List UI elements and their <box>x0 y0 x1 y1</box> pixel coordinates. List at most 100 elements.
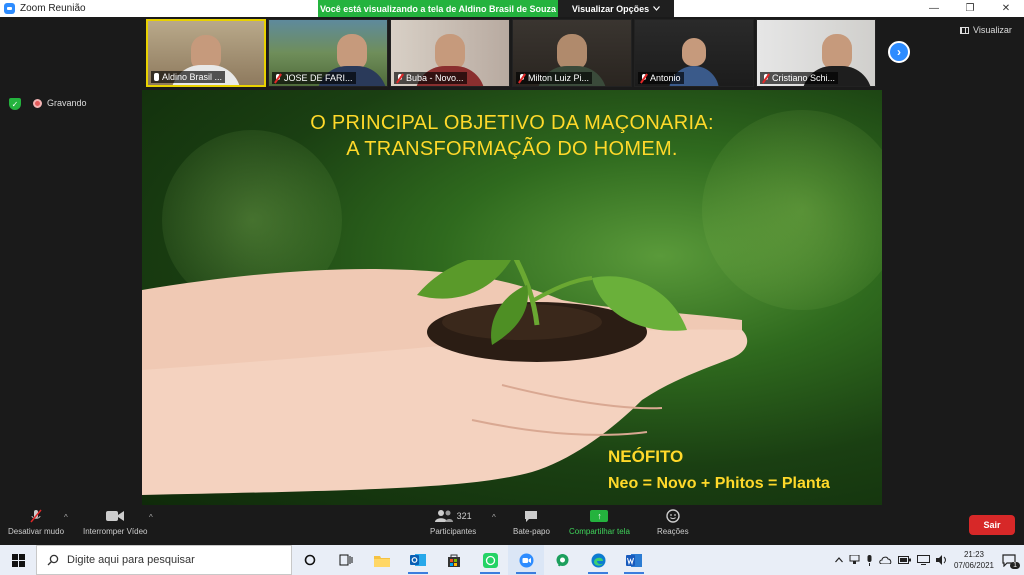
outlook-icon <box>410 554 426 566</box>
notification-count-badge: 1 <box>1010 562 1020 569</box>
taskbar-outlook[interactable] <box>400 545 436 575</box>
chevron-right-icon: › <box>897 45 901 59</box>
participant-name: Aldino Brasil ... <box>151 71 226 83</box>
view-options-label: Visualizar Opções <box>571 3 650 14</box>
security-shield-icon[interactable]: ✓ <box>9 98 21 110</box>
taskbar-word[interactable] <box>616 545 652 575</box>
network-icon[interactable] <box>849 555 860 565</box>
participants-label: Participantes <box>430 527 477 536</box>
battery-icon[interactable] <box>897 556 911 564</box>
folder-icon <box>374 555 390 567</box>
participant-tile[interactable]: Milton Luiz Pi... <box>512 19 632 87</box>
participants-button[interactable]: 321 Participantes <box>430 509 476 536</box>
recording-indicator[interactable]: Gravando <box>33 98 87 108</box>
meeting-toolbar: Desativar mudo ^ Interromper Vídeo ^ 321… <box>0 505 1024 545</box>
stop-video-button[interactable]: Interromper Vídeo <box>83 509 147 536</box>
recording-label: Gravando <box>47 98 87 108</box>
participant-tile[interactable]: Cristiano Schi... <box>756 19 876 87</box>
share-screen-button[interactable]: ↑ Compartilhar tela <box>569 509 630 536</box>
hands-holding-plant-image <box>142 260 748 495</box>
view-options-button[interactable]: Visualizar Opções <box>558 0 674 17</box>
mic-muted-icon <box>397 73 403 83</box>
taskbar-clock[interactable]: 21:23 07/06/2021 <box>954 549 994 571</box>
mic-muted-icon <box>519 73 525 83</box>
chat-bubble-icon <box>525 510 538 522</box>
chat-label: Bate-papo <box>513 527 550 536</box>
chat-app-icon <box>556 553 568 566</box>
zoom-icon <box>519 553 533 567</box>
chevron-up-icon[interactable] <box>835 557 843 563</box>
smiley-icon <box>666 509 680 523</box>
close-button[interactable]: ✕ <box>988 0 1024 17</box>
window-controls: — ❐ ✕ <box>916 0 1024 17</box>
onedrive-cloud-icon[interactable] <box>879 556 892 564</box>
taskbar-search-box[interactable]: Digite aqui para pesquisar <box>36 545 292 575</box>
system-tray: 21:23 07/06/2021 1 <box>835 545 1024 575</box>
mic-icon <box>154 73 159 81</box>
clock-date: 07/06/2021 <box>953 561 994 570</box>
view-label: Visualizar <box>973 25 1012 35</box>
participant-name: Buba - Novo... <box>394 72 467 84</box>
reactions-label: Reações <box>657 527 689 536</box>
window-title: Zoom Reunião <box>20 3 86 14</box>
taskbar-chat-app[interactable] <box>544 545 580 575</box>
windows-logo-icon <box>11 553 25 567</box>
participant-name: Milton Luiz Pi... <box>516 72 593 84</box>
video-camera-icon <box>106 511 125 521</box>
mic-muted-icon <box>641 73 647 83</box>
next-page-button[interactable]: › <box>888 41 910 63</box>
leave-meeting-button[interactable]: Sair <box>969 515 1015 535</box>
video-options-caret[interactable]: ^ <box>149 513 153 522</box>
clock-time: 21:23 <box>963 550 984 559</box>
task-view-button[interactable] <box>328 545 364 575</box>
share-screen-label: Compartilhar tela <box>569 527 630 536</box>
participants-count: 321 <box>456 511 472 521</box>
mic-muted-icon <box>30 509 42 523</box>
task-view-icon <box>339 554 353 566</box>
audio-options-caret[interactable]: ^ <box>64 513 68 522</box>
store-bag-icon <box>448 554 460 567</box>
unmute-label: Desativar mudo <box>8 527 65 536</box>
participant-name: Cristiano Schi... <box>760 72 839 84</box>
slide-caption-text: Neo = Novo + Phitos = Planta <box>608 475 830 492</box>
mic-muted-icon <box>275 73 281 83</box>
notification-center-button[interactable]: 1 <box>1000 551 1020 569</box>
taskbar-zoom[interactable] <box>508 545 544 575</box>
whatsapp-icon <box>482 552 498 568</box>
chevron-down-icon <box>653 6 661 11</box>
speaker-volume-icon[interactable] <box>935 555 948 565</box>
participant-name: Antonio <box>638 72 684 84</box>
slide-caption-title: NEÓFITO <box>608 447 684 466</box>
word-icon <box>626 553 642 567</box>
search-icon <box>47 554 59 566</box>
windows-taskbar: Digite aqui para pesquisar 21:23 07/06/2… <box>0 545 1024 575</box>
cortana-button[interactable] <box>292 545 328 575</box>
meeting-area: Aldino Brasil ... JOSE DE FARI... Buba -… <box>0 17 1024 505</box>
reactions-button[interactable]: Reações <box>657 509 689 536</box>
unmute-button[interactable]: Desativar mudo <box>8 509 64 536</box>
taskbar-edge[interactable] <box>580 545 616 575</box>
display-icon[interactable] <box>916 555 930 565</box>
participant-tile[interactable]: JOSE DE FARI... <box>268 19 388 87</box>
participant-tile[interactable]: Aldino Brasil ... <box>146 19 266 87</box>
shared-screen: O PRINCIPAL OBJETIVO DA MAÇONARIA: A TRA… <box>142 90 882 505</box>
taskbar-store[interactable] <box>436 545 472 575</box>
stop-video-label: Interromper Vídeo <box>83 527 148 536</box>
taskbar-whatsapp[interactable] <box>472 545 508 575</box>
participant-tile[interactable]: Buba - Novo... <box>390 19 510 87</box>
taskbar-file-explorer[interactable] <box>364 545 400 575</box>
minimize-button[interactable]: — <box>916 0 952 17</box>
participants-options-caret[interactable]: ^ <box>492 513 496 522</box>
view-button[interactable]: Visualizar <box>960 25 1012 35</box>
participant-tile[interactable]: Antonio <box>634 19 754 87</box>
share-screen-icon: ↑ <box>590 510 609 522</box>
slide-title: O PRINCIPAL OBJETIVO DA MAÇONARIA: A TRA… <box>310 112 714 160</box>
participant-name: JOSE DE FARI... <box>272 72 356 84</box>
chat-button[interactable]: Bate-papo <box>513 509 550 536</box>
restore-button[interactable]: ❐ <box>952 0 988 17</box>
sharing-banner: Você está visualizando a tela de Aldino … <box>318 0 558 17</box>
start-button[interactable] <box>0 545 36 575</box>
search-placeholder: Digite aqui para pesquisar <box>67 554 195 566</box>
zoom-app-icon <box>4 3 15 14</box>
microphone-icon[interactable] <box>866 554 873 566</box>
